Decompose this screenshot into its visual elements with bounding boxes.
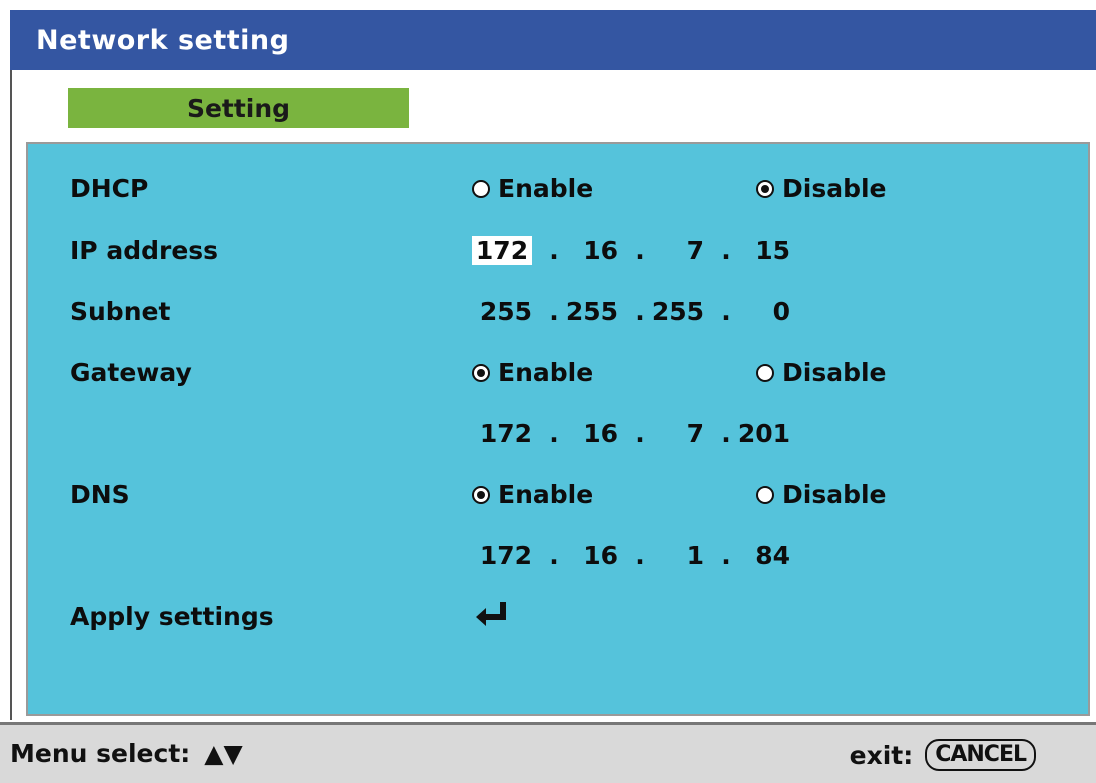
dns-disable-option[interactable]: Disable	[756, 480, 887, 509]
gateway-row: Gateway Enable Disable	[28, 354, 1088, 394]
window-title-bar: Network setting	[10, 10, 1096, 70]
subnet-octet-4[interactable]: 0	[730, 297, 790, 326]
gateway-enable-label: Enable	[498, 358, 594, 387]
ip-address-label: IP address	[70, 236, 219, 265]
exit-label: exit:	[849, 740, 914, 770]
gateway-octet-3[interactable]: 7	[644, 419, 704, 448]
dhcp-disable-option[interactable]: Disable	[756, 174, 887, 203]
tab-setting-label: Setting	[186, 93, 291, 123]
gateway-enable-option[interactable]: Enable	[472, 358, 593, 387]
subnet-row: Subnet 255 . 255 . 255 . 0	[28, 293, 1088, 333]
gateway-disable-option[interactable]: Disable	[756, 358, 887, 387]
dns-octet-2[interactable]: 16	[558, 541, 618, 570]
apply-settings-label: Apply settings	[70, 602, 274, 631]
up-down-arrows-icon: ▲▼	[204, 739, 243, 768]
dns-label: DNS	[70, 480, 130, 509]
dhcp-disable-label: Disable	[782, 174, 887, 203]
gateway-label: Gateway	[70, 358, 192, 387]
ip-octet-1[interactable]: 172	[472, 236, 532, 265]
window-title: Network setting	[36, 24, 290, 56]
gateway-address-row: 172 . 16 . 7 . 201	[28, 415, 1088, 455]
subnet-octet-3[interactable]: 255	[644, 297, 704, 326]
dhcp-enable-option[interactable]: Enable	[472, 174, 593, 203]
radio-on-icon[interactable]	[472, 485, 490, 504]
gateway-octet-2[interactable]: 16	[558, 419, 618, 448]
gateway-octet-4[interactable]: 201	[730, 419, 790, 448]
ip-address-row: IP address 172 . 16 . 7 . 15	[28, 232, 1088, 272]
cancel-key[interactable]: CANCEL	[925, 739, 1036, 771]
dns-address-row: 172 . 16 . 1 . 84	[28, 537, 1088, 577]
dhcp-row: DHCP Enable Disable	[28, 170, 1088, 210]
dns-octet-3[interactable]: 1	[644, 541, 704, 570]
dns-row: DNS Enable Disable	[28, 476, 1088, 516]
dns-octet-1[interactable]: 172	[472, 541, 532, 570]
dhcp-enable-label: Enable	[498, 174, 594, 203]
gateway-octet-1[interactable]: 172	[472, 419, 532, 448]
menu-select-hint: Menu select: ▲▼	[10, 739, 243, 768]
tab-setting[interactable]: Setting	[68, 88, 409, 128]
dns-disable-label: Disable	[782, 480, 887, 509]
network-setting-window: Network setting Setting DHCP Enable Disa…	[0, 0, 1096, 783]
dns-enable-label: Enable	[498, 480, 594, 509]
dns-octet-4[interactable]: 84	[730, 541, 790, 570]
radio-on-icon[interactable]	[756, 179, 774, 198]
enter-icon[interactable]	[472, 598, 512, 634]
status-bar: Menu select: ▲▼ exit: CANCEL	[0, 725, 1096, 783]
radio-on-icon[interactable]	[472, 363, 490, 382]
exit-hint: exit: CANCEL	[850, 739, 1036, 771]
radio-off-icon[interactable]	[756, 485, 774, 504]
ip-octet-3[interactable]: 7	[644, 236, 704, 265]
dns-enable-option[interactable]: Enable	[472, 480, 593, 509]
apply-settings-row[interactable]: Apply settings	[28, 598, 1088, 638]
ip-octet-4[interactable]: 15	[730, 236, 790, 265]
left-edge	[0, 0, 10, 783]
subnet-octet-1[interactable]: 255	[472, 297, 532, 326]
radio-off-icon[interactable]	[756, 363, 774, 382]
subnet-octet-2[interactable]: 255	[558, 297, 618, 326]
dhcp-label: DHCP	[70, 174, 149, 203]
subnet-label: Subnet	[70, 297, 171, 326]
ip-octet-2[interactable]: 16	[558, 236, 618, 265]
gateway-disable-label: Disable	[782, 358, 887, 387]
radio-off-icon[interactable]	[472, 179, 490, 198]
menu-select-label: Menu select:	[10, 739, 191, 768]
settings-panel: DHCP Enable Disable IP address 172 . 16 …	[26, 142, 1090, 716]
